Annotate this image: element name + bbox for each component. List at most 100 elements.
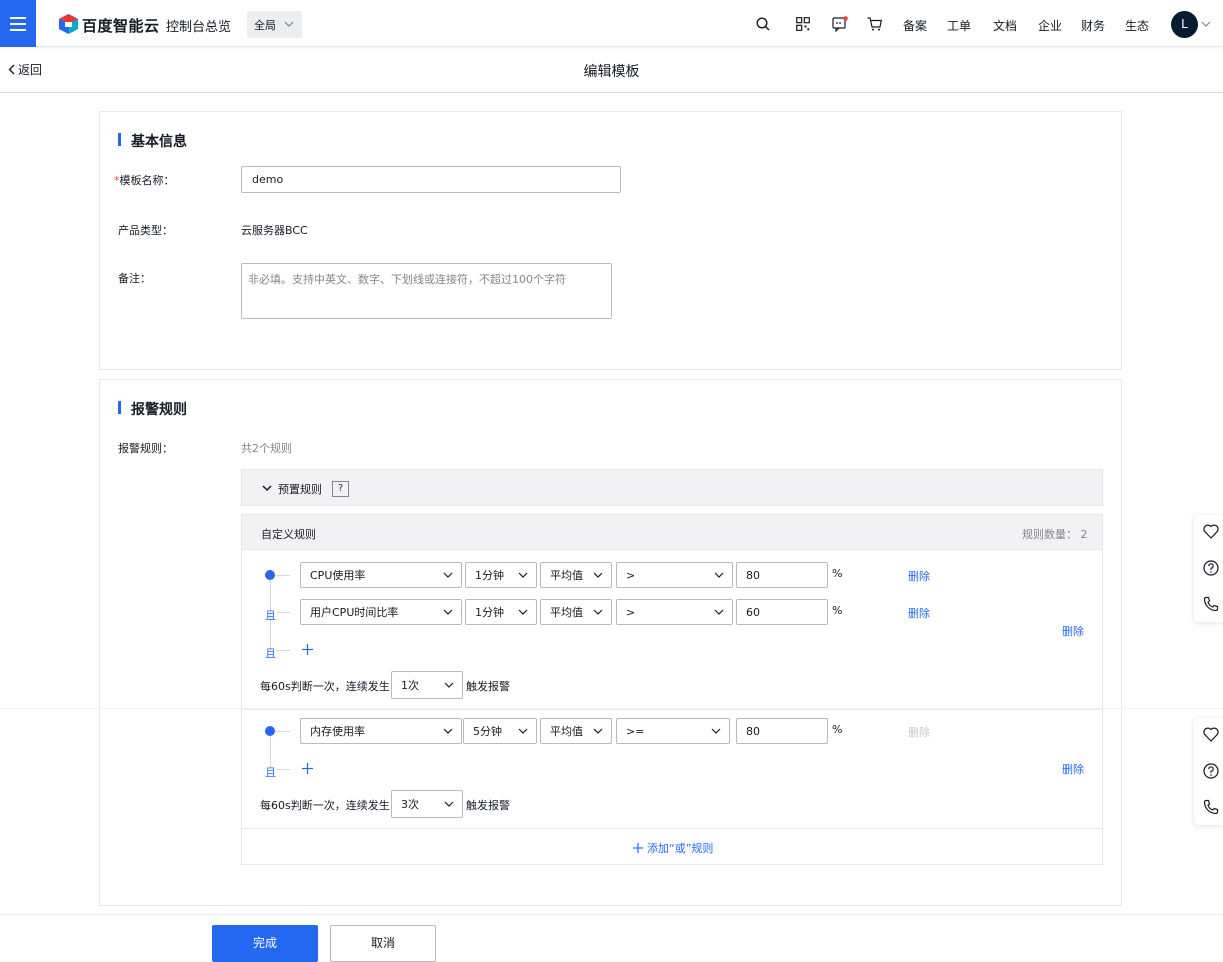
favorite-icon[interactable]	[1203, 524, 1219, 539]
menu-icon[interactable]	[0, 0, 36, 47]
brand-name[interactable]: 百度智能云	[82, 15, 160, 36]
period-value: 1分钟	[475, 606, 504, 619]
preset-rules-label: 预置规则	[278, 483, 322, 496]
statistic-value: 平均值	[550, 569, 583, 582]
message-icon[interactable]	[832, 16, 848, 32]
period-select[interactable]: 5分钟	[463, 718, 537, 744]
qrcode-icon[interactable]	[796, 17, 810, 31]
phone-icon[interactable]	[1203, 799, 1219, 815]
operator-select[interactable]: >	[616, 562, 733, 588]
note-textarea[interactable]: 非必填。支持中英文、数字、下划线或连接符，不超过100个字符	[241, 263, 612, 319]
chevron-down-icon	[443, 728, 453, 735]
plus-icon[interactable]	[302, 763, 313, 774]
custom-rules-header: 自定义规则 规则数量： 2	[242, 515, 1102, 550]
plus-icon	[633, 843, 643, 853]
product-type-value: 云服务器BCC	[241, 224, 308, 237]
connector-line	[275, 731, 290, 732]
threshold-input[interactable]: 60	[736, 599, 828, 625]
delete-condition-button[interactable]: 删除	[908, 605, 930, 621]
nav-docs[interactable]: 文档	[993, 17, 1017, 34]
connector-line	[275, 575, 290, 576]
metric-select[interactable]: 用户CPU时间比率	[300, 599, 462, 625]
page-title: 编辑模板	[583, 64, 640, 80]
threshold-input[interactable]: 80	[736, 718, 828, 744]
statistic-select[interactable]: 平均值	[540, 599, 612, 625]
chevron-down-icon	[711, 728, 721, 735]
chevron-down-icon	[284, 21, 294, 28]
divider	[0, 708, 1223, 709]
metric-select[interactable]: CPU使用率	[300, 562, 462, 588]
nav-finance[interactable]: 财务	[1081, 17, 1105, 34]
times-select[interactable]: 1次	[391, 671, 463, 699]
cancel-button[interactable]: 取消	[330, 925, 436, 962]
help-circle-icon[interactable]	[1203, 763, 1219, 779]
chevron-down-icon	[443, 572, 453, 579]
region-select[interactable]: 全局	[247, 11, 302, 38]
times-value: 3次	[401, 798, 419, 811]
cart-icon[interactable]	[867, 17, 882, 31]
chevron-down-icon	[593, 572, 603, 579]
footer-bar	[0, 914, 1223, 962]
section-title-alarm: 报警规则	[118, 399, 187, 419]
operator-select[interactable]: >=	[616, 718, 730, 744]
delete-rule-button[interactable]: 删除	[1062, 761, 1084, 777]
judge-prefix: 每60s判断一次，连续发生	[260, 680, 390, 693]
chevron-down-icon	[714, 609, 724, 616]
chevron-down-icon	[444, 801, 454, 808]
avatar[interactable]: L	[1171, 11, 1198, 38]
metric-select[interactable]: 内存使用率	[300, 718, 462, 744]
rules-count: 共2个规则	[241, 442, 292, 455]
delete-condition-button[interactable]: 删除	[908, 568, 930, 584]
chevron-down-icon	[262, 485, 272, 492]
period-select[interactable]: 1分钟	[465, 562, 537, 588]
chevron-down-icon	[518, 572, 528, 579]
and-label: 且	[265, 609, 276, 622]
favorite-icon[interactable]	[1203, 727, 1219, 742]
nav-ecosystem[interactable]: 生态	[1125, 17, 1149, 34]
plus-icon[interactable]	[302, 644, 313, 655]
divider	[242, 709, 1102, 710]
nav-beian[interactable]: 备案	[903, 17, 927, 34]
section-title-basic: 基本信息	[118, 131, 187, 151]
chevron-down-icon	[593, 728, 603, 735]
period-select[interactable]: 1分钟	[465, 599, 537, 625]
help-circle-icon[interactable]	[1203, 560, 1219, 576]
template-name-label-text: 模板名称：	[119, 174, 175, 187]
operator-value: >=	[626, 724, 645, 738]
preset-rules-collapse[interactable]: 预置规则 ?	[241, 469, 1103, 506]
judge-suffix: 触发报警	[466, 680, 510, 693]
chevron-down-icon	[714, 572, 724, 579]
and-label: 且	[265, 766, 276, 779]
metric-value: CPU使用率	[310, 569, 366, 582]
delete-condition-button-disabled: 删除	[908, 726, 930, 739]
note-label: 备注：	[118, 272, 151, 285]
statistic-select[interactable]: 平均值	[540, 562, 612, 588]
chevron-down-icon[interactable]	[1201, 21, 1211, 28]
operator-value: >	[626, 568, 636, 582]
add-or-rule-label: 添加“或”规则	[647, 842, 714, 855]
add-or-rule-button[interactable]: 添加“或”规则	[633, 840, 713, 856]
times-select[interactable]: 3次	[391, 790, 463, 818]
top-navbar: 百度智能云 控制台总览 全局 备案 工单 文档 企业 财务 生态 L	[0, 0, 1223, 47]
operator-value: >	[626, 605, 636, 619]
divider	[242, 828, 1102, 829]
unit-label: %	[832, 567, 843, 580]
delete-rule-button[interactable]: 删除	[1062, 623, 1084, 639]
brand-logo-icon[interactable]	[59, 14, 78, 34]
template-name-input[interactable]: demo	[241, 166, 621, 193]
times-value: 1次	[401, 679, 419, 692]
unit-label: %	[832, 723, 843, 736]
help-icon[interactable]: ?	[332, 481, 349, 497]
statistic-select[interactable]: 平均值	[540, 718, 612, 744]
confirm-button[interactable]: 完成	[212, 925, 318, 962]
product-type-label: 产品类型：	[118, 224, 173, 237]
phone-icon[interactable]	[1203, 596, 1219, 612]
threshold-input[interactable]: 80	[736, 562, 828, 588]
nav-ticket[interactable]: 工单	[947, 17, 971, 34]
operator-select[interactable]: >	[616, 599, 733, 625]
console-overview-link[interactable]: 控制台总览	[166, 16, 231, 35]
connector-line	[277, 612, 290, 613]
nav-enterprise[interactable]: 企业	[1038, 17, 1062, 34]
connector-line	[277, 650, 290, 651]
search-icon[interactable]	[756, 17, 770, 31]
